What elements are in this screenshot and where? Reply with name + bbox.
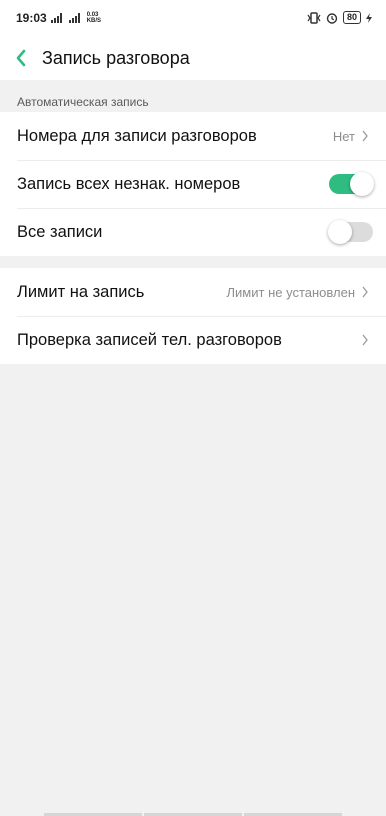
chevron-right-icon (362, 286, 368, 298)
record-numbers-row[interactable]: Номера для записи разговоров Нет (0, 112, 386, 160)
status-left: 19:03 0.03 KB/S (16, 11, 101, 25)
network-speed-unit: KB/S (86, 18, 102, 24)
row-value: Нет (332, 128, 355, 144)
alarm-icon (326, 12, 338, 24)
signal-icon (50, 13, 65, 23)
toggle-knob (350, 172, 374, 196)
record-all-row: Все записи (0, 208, 386, 256)
row-value: Лимит не установлен (226, 284, 355, 300)
status-right: 80 (307, 11, 372, 24)
group-separator (0, 256, 386, 268)
status-bar: 19:03 0.03 KB/S 80 (0, 0, 386, 36)
settings-group-limits: Лимит на запись Лимит не установлен Пров… (0, 268, 386, 364)
page-title: Запись разговора (42, 47, 190, 68)
row-label: Номера для записи разговоров (17, 126, 257, 145)
wifi-signal-icon (68, 13, 83, 23)
settings-group-auto: Номера для записи разговоров Нет Запись … (0, 112, 386, 256)
chevron-right-icon (362, 334, 368, 346)
chevron-right-icon (362, 130, 368, 142)
back-button[interactable] (0, 36, 42, 80)
row-label: Лимит на запись (17, 282, 145, 301)
record-limit-row[interactable]: Лимит на запись Лимит не установлен (0, 268, 386, 316)
network-speed: 0.03 KB/S (87, 12, 101, 24)
record-unknown-row: Запись всех незнак. номеров (0, 160, 386, 208)
row-label: Запись всех незнак. номеров (17, 174, 241, 193)
back-arrow-icon (16, 49, 26, 67)
battery-icon: 80 (342, 11, 361, 24)
check-recordings-row[interactable]: Проверка записей тел. разговоров (0, 316, 386, 364)
status-time: 19:03 (16, 11, 47, 25)
row-label: Все записи (17, 222, 103, 241)
record-unknown-toggle[interactable] (329, 172, 374, 196)
row-label: Проверка записей тел. разговоров (17, 330, 282, 349)
vibrate-icon (307, 11, 321, 24)
header-gap (0, 80, 386, 94)
app-header: Запись разговора (0, 36, 386, 80)
record-all-toggle[interactable] (328, 220, 373, 244)
charging-icon (366, 12, 372, 23)
section-label: Автоматическая запись (0, 94, 386, 112)
toggle-knob (328, 220, 352, 244)
